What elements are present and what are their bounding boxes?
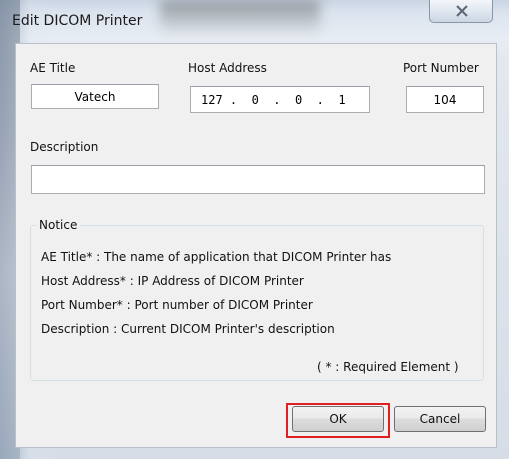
- host-address-label: Host Address: [188, 61, 267, 75]
- ok-button-highlight: [286, 403, 390, 438]
- cancel-button[interactable]: Cancel: [394, 406, 486, 432]
- notice-line: Host Address* : IP Address of DICOM Prin…: [41, 274, 304, 288]
- ae-title-label: AE Title: [30, 61, 76, 75]
- ip-octet-3[interactable]: 0: [295, 93, 302, 107]
- close-button[interactable]: [429, 0, 493, 23]
- dialog-body: AE Title Host Address Port Number Vatech…: [15, 43, 497, 448]
- host-address-input[interactable]: 127 . 0 . 0 . 1: [190, 86, 370, 113]
- ip-octet-2[interactable]: 0: [252, 93, 259, 107]
- ae-title-input[interactable]: Vatech: [31, 84, 159, 109]
- port-number-input[interactable]: 104: [406, 86, 484, 113]
- notice-title: Notice: [36, 218, 81, 232]
- ip-dot: .: [222, 92, 252, 107]
- required-note: ( * : Required Element ): [317, 360, 459, 374]
- ip-octet-1[interactable]: 127: [201, 93, 223, 107]
- port-number-label: Port Number: [403, 61, 479, 75]
- description-label: Description: [30, 140, 99, 154]
- window-title: Edit DICOM Printer: [12, 13, 143, 29]
- ip-octet-4[interactable]: 1: [338, 93, 345, 107]
- notice-line: Description : Current DICOM Printer's de…: [41, 322, 335, 336]
- notice-line: Port Number* : Port number of DICOM Prin…: [41, 298, 313, 312]
- close-icon: [456, 5, 468, 17]
- ip-dot: .: [302, 92, 339, 107]
- ip-dot: .: [258, 92, 295, 107]
- description-input[interactable]: [31, 165, 485, 194]
- notice-line: AE Title* : The name of application that…: [41, 250, 392, 264]
